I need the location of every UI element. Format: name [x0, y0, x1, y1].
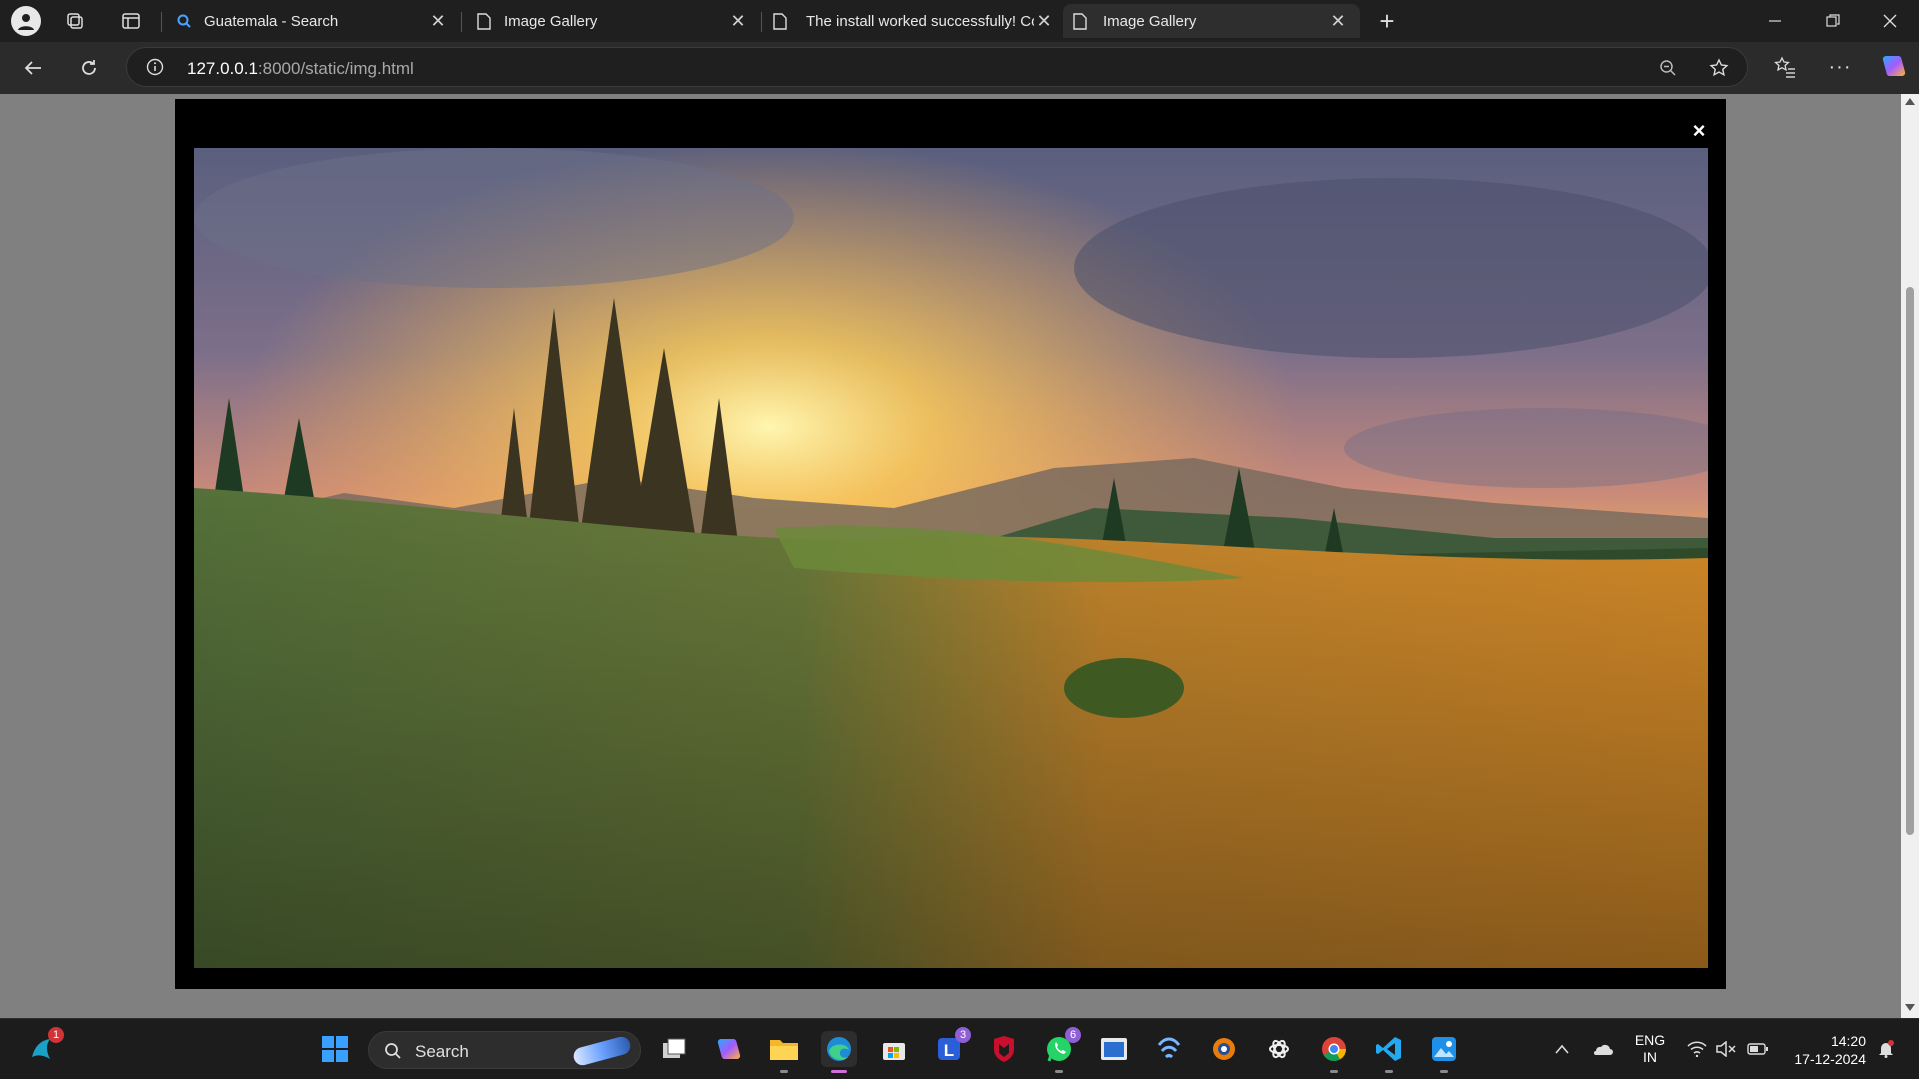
running-indicator: [780, 1070, 788, 1073]
favorite-star-icon[interactable]: [1707, 56, 1731, 80]
search-highlight-icon: [571, 1034, 633, 1068]
file-explorer-icon[interactable]: [766, 1031, 802, 1073]
gallery-image: [194, 148, 1708, 968]
microsoft-store-icon[interactable]: [876, 1031, 912, 1067]
zoom-out-icon[interactable]: [1657, 57, 1679, 79]
close-tab-icon[interactable]: ✕: [1034, 11, 1054, 32]
vscode-icon[interactable]: [1371, 1031, 1407, 1073]
page-icon: [766, 12, 794, 30]
tab-title: Guatemala - Search: [204, 12, 339, 30]
running-indicator: [1385, 1070, 1393, 1073]
clock-time: 14:20: [1830, 1033, 1866, 1049]
favorites-icon[interactable]: [1772, 54, 1798, 80]
tab-install-worked[interactable]: The install worked successfully! Co ✕: [766, 4, 1060, 38]
whatsapp-icon[interactable]: 6: [1041, 1027, 1081, 1073]
notification-badge: 3: [955, 1027, 971, 1043]
page-icon: [1063, 12, 1097, 30]
teams-icon[interactable]: L 3: [931, 1027, 971, 1067]
mcafee-icon[interactable]: [986, 1031, 1022, 1067]
start-button[interactable]: [317, 1031, 353, 1067]
chatgpt-icon[interactable]: [1261, 1031, 1297, 1067]
tab-title: Image Gallery: [504, 12, 598, 30]
show-hidden-icons-icon[interactable]: [1552, 1039, 1572, 1059]
running-indicator: [831, 1070, 847, 1073]
url-text[interactable]: 127.0.0.1:8000/static/img.html: [187, 59, 414, 79]
language-code: ENG: [1634, 1032, 1666, 1048]
taskbar: 1 Search L 3 6 ENG IN 14:20 17-12-2024: [0, 1018, 1919, 1079]
svg-text:L: L: [944, 1041, 954, 1060]
running-indicator: [1440, 1070, 1448, 1073]
search-icon: [170, 14, 198, 28]
scroll-up-arrow-icon[interactable]: [1905, 98, 1915, 105]
address-bar[interactable]: 127.0.0.1:8000/static/img.html: [126, 47, 1748, 87]
notification-badge: 6: [1065, 1027, 1081, 1043]
new-tab-button[interactable]: +: [1374, 6, 1400, 36]
clock-date: 17-12-2024: [1794, 1051, 1866, 1067]
volume-muted-icon[interactable]: [1715, 1039, 1737, 1059]
tab-bar: Guatemala - Search ✕ Image Gallery ✕ The…: [0, 0, 1919, 42]
minimize-button[interactable]: [1760, 10, 1790, 32]
copilot-system-icon[interactable]: 1: [24, 1027, 64, 1067]
site-info-icon[interactable]: [145, 57, 165, 77]
copilot-icon[interactable]: [1879, 51, 1909, 81]
region-code: IN: [1643, 1049, 1657, 1065]
notification-bell-icon[interactable]: [1876, 1039, 1896, 1059]
running-indicator: [1055, 1070, 1063, 1073]
input-language[interactable]: ENG IN: [1630, 1032, 1670, 1066]
wifi-icon[interactable]: [1686, 1039, 1708, 1059]
back-icon[interactable]: [20, 55, 46, 81]
network-app-icon[interactable]: [1151, 1031, 1187, 1067]
workspaces-icon[interactable]: [63, 9, 87, 33]
tab-title: Image Gallery: [1103, 12, 1197, 30]
url-path: :8000/static/img.html: [257, 59, 414, 78]
close-tab-icon[interactable]: ✕: [1328, 11, 1348, 32]
edge-icon[interactable]: [821, 1031, 857, 1073]
scroll-down-arrow-icon[interactable]: [1905, 1004, 1915, 1011]
close-modal-button[interactable]: ×: [1688, 119, 1710, 143]
clock[interactable]: 14:20 17-12-2024: [1782, 1032, 1866, 1068]
search-icon: [383, 1041, 403, 1061]
search-label: Search: [415, 1042, 469, 1061]
copilot-app-icon[interactable]: [711, 1031, 747, 1067]
vertical-scrollbar[interactable]: [1901, 94, 1919, 1018]
scrollbar-thumb[interactable]: [1906, 287, 1914, 835]
vertical-tabs-icon[interactable]: [119, 9, 143, 33]
chrome-icon[interactable]: [1316, 1031, 1352, 1073]
notification-badge: 1: [48, 1027, 64, 1043]
restore-button[interactable]: [1818, 10, 1848, 32]
refresh-icon[interactable]: [76, 55, 102, 81]
tab-image-gallery-1[interactable]: Image Gallery ✕: [470, 4, 760, 38]
photos-icon[interactable]: [1426, 1031, 1462, 1073]
taskbar-search[interactable]: Search: [368, 1031, 641, 1069]
page-icon: [470, 12, 498, 30]
task-view-icon[interactable]: [656, 1031, 692, 1067]
close-tab-icon[interactable]: ✕: [728, 11, 748, 32]
close-tab-icon[interactable]: ✕: [428, 11, 448, 32]
more-options-icon[interactable]: ···: [1827, 54, 1853, 80]
tab-image-gallery-active[interactable]: Image Gallery ✕: [1063, 4, 1360, 38]
running-indicator: [1330, 1070, 1338, 1073]
navigation-bar: 127.0.0.1:8000/static/img.html ···: [0, 42, 1919, 94]
profile-icon[interactable]: [11, 6, 41, 36]
url-host: 127.0.0.1: [187, 59, 258, 78]
close-window-button[interactable]: [1875, 10, 1905, 32]
tab-guatemala-search[interactable]: Guatemala - Search ✕: [170, 4, 460, 38]
window-app-icon[interactable]: [1096, 1031, 1132, 1067]
battery-icon[interactable]: [1746, 1039, 1770, 1059]
blender-like-app-icon[interactable]: [1206, 1031, 1242, 1067]
onedrive-icon[interactable]: [1590, 1039, 1614, 1059]
tab-title: The install worked successfully! Co: [806, 12, 1034, 30]
